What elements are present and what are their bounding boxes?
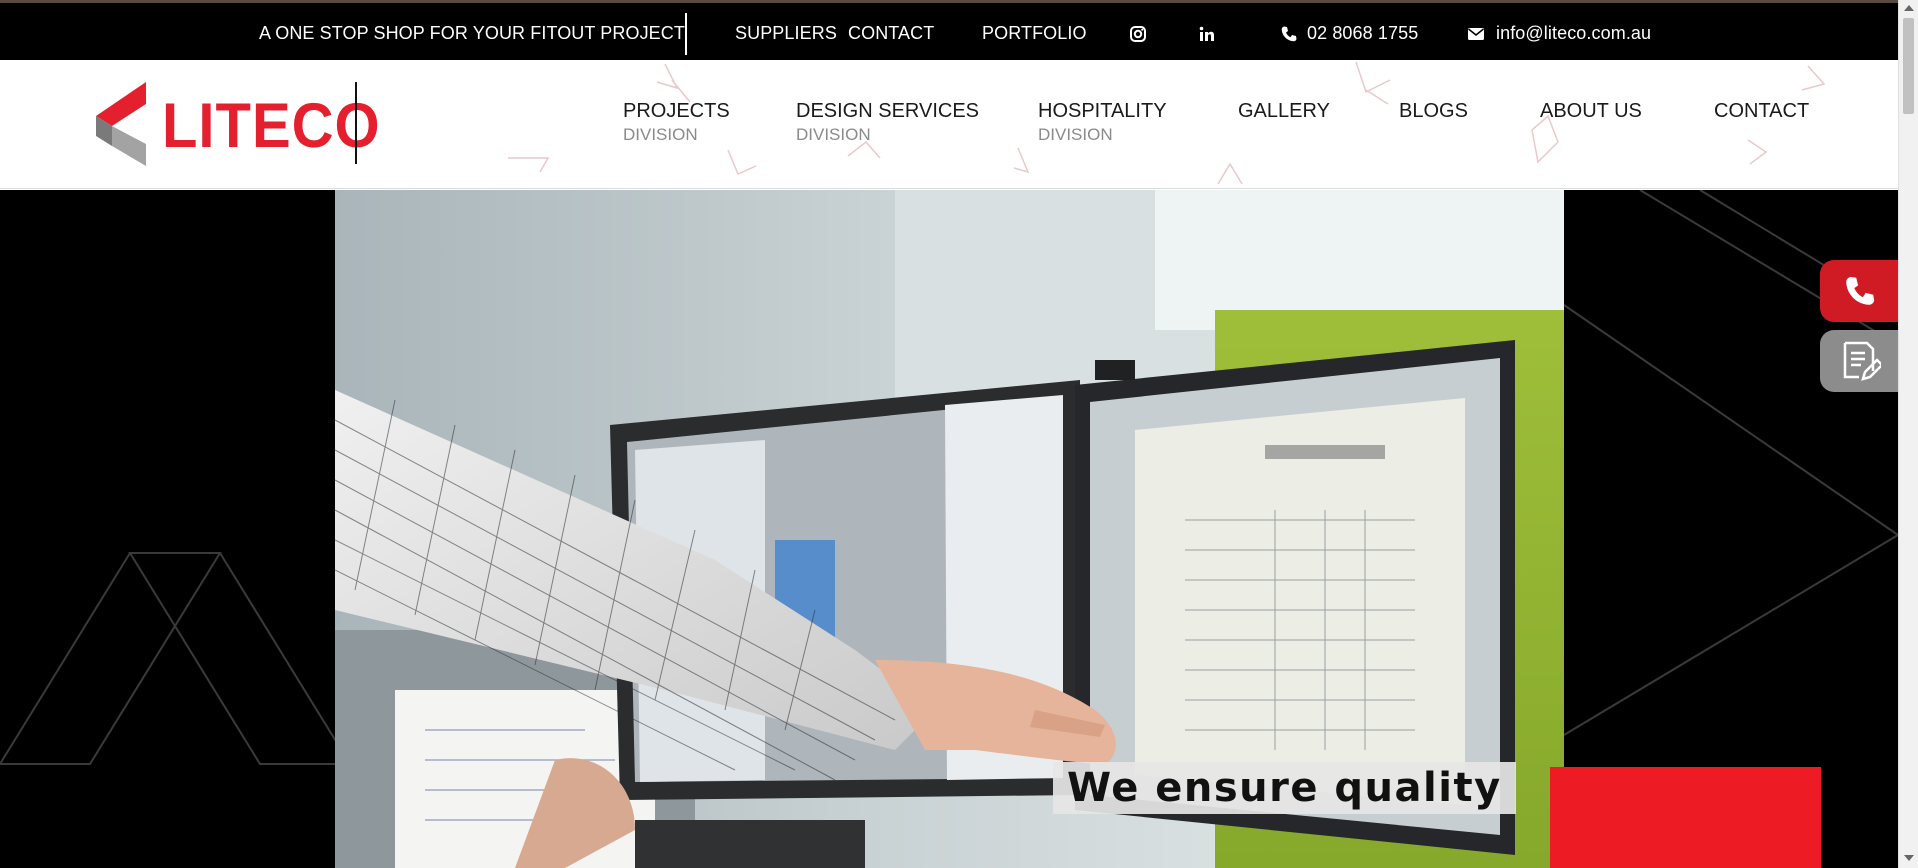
phone-icon [1846, 276, 1875, 305]
liteco-logo[interactable]: LITECO [96, 80, 380, 170]
quote-float-button[interactable] [1820, 330, 1900, 392]
top-link-suppliers[interactable]: SUPPLIERS [735, 23, 837, 44]
top-link-contact[interactable]: CONTACT [848, 23, 934, 44]
email-address[interactable]: info@liteco.com.au [1496, 23, 1651, 44]
top-bar-divider [685, 13, 687, 55]
top-bar: A ONE STOP SHOP FOR YOUR FITOUT PROJECT … [0, 0, 1898, 60]
email-icon [1467, 25, 1485, 43]
logo-divider [355, 82, 357, 164]
hero-section: We ensure quality [0, 190, 1898, 868]
nav-gallery[interactable]: GALLERY [1238, 100, 1330, 123]
nav-hospitality-division[interactable]: HOSPITALITY DIVISION [1038, 100, 1167, 145]
logo-wordmark: LITECO [162, 91, 381, 162]
scroll-up-arrow-icon[interactable] [1904, 5, 1914, 11]
top-link-portfolio[interactable]: PORTFOLIO [982, 23, 1087, 44]
linkedin-icon[interactable] [1198, 25, 1216, 43]
tagline: A ONE STOP SHOP FOR YOUR FITOUT PROJECT [259, 23, 685, 43]
nav-contact[interactable]: CONTACT [1714, 100, 1809, 123]
hero-caption: We ensure quality [1053, 762, 1516, 814]
logo-mark-icon [96, 82, 146, 166]
accent-block [1550, 767, 1821, 868]
page-scrollbar[interactable] [1898, 0, 1918, 868]
nav-blogs[interactable]: BLOGS [1399, 100, 1468, 123]
phone-number[interactable]: 02 8068 1755 [1307, 23, 1418, 44]
site-header: LITECO PROJECTS DIVISION DESIGN SERVICES… [0, 60, 1898, 189]
quote-form-icon [1843, 341, 1881, 381]
scroll-down-arrow-icon[interactable] [1904, 855, 1914, 861]
call-float-button[interactable] [1820, 260, 1900, 322]
phone-icon [1280, 25, 1298, 43]
nav-projects-division[interactable]: PROJECTS DIVISION [623, 100, 730, 145]
nav-about-us[interactable]: ABOUT US [1540, 100, 1642, 123]
instagram-icon[interactable] [1129, 25, 1147, 43]
scroll-thumb[interactable] [1903, 18, 1914, 114]
hero-video-frame[interactable]: We ensure quality [335, 190, 1564, 868]
nav-design-services-division[interactable]: DESIGN SERVICES DIVISION [796, 100, 979, 145]
